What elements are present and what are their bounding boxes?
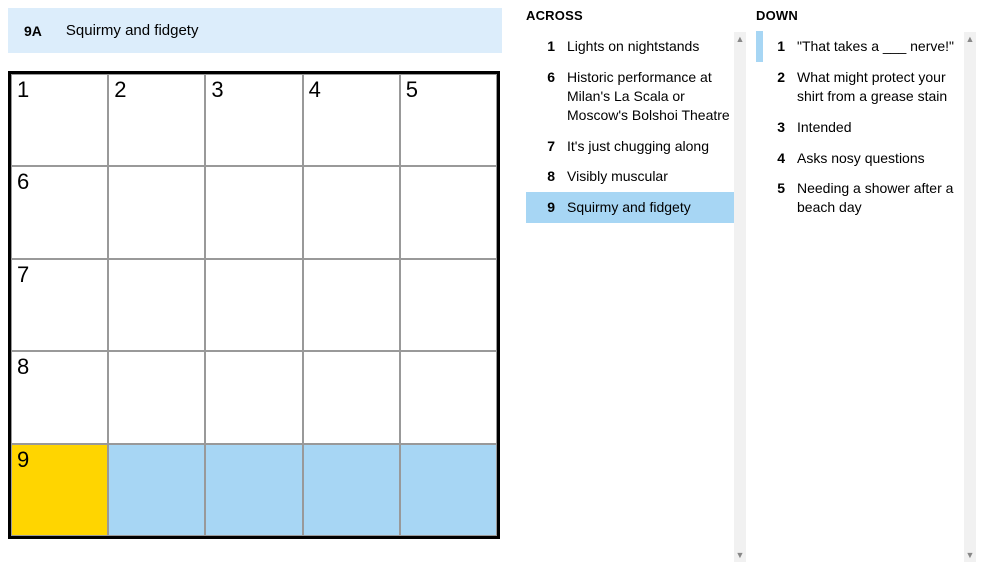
cell-number: 8 (17, 354, 29, 380)
grid-cell-3-2[interactable] (205, 351, 302, 443)
grid-cell-3-4[interactable] (400, 351, 497, 443)
grid-cell-0-3[interactable]: 4 (303, 74, 400, 166)
cell-number: 5 (406, 77, 418, 103)
cell-number: 1 (17, 77, 29, 103)
clue-text: What might protect your shirt from a gre… (797, 68, 966, 106)
clue-text: Lights on nightstands (567, 37, 736, 56)
down-clue-list: 1"That takes a ___ nerve!"2What might pr… (756, 31, 976, 223)
cell-number: 9 (17, 447, 29, 473)
scroll-up-icon[interactable]: ▲ (734, 32, 746, 46)
grid-cell-0-2[interactable]: 3 (205, 74, 302, 166)
clue-number: 8 (533, 167, 567, 186)
grid-cell-1-1[interactable] (108, 166, 205, 258)
down-column: DOWN 1"That takes a ___ nerve!"2What mig… (756, 8, 976, 539)
grid-cell-2-2[interactable] (205, 259, 302, 351)
clue-number: 9 (533, 198, 567, 217)
across-clue-9[interactable]: 9Squirmy and fidgety (526, 192, 746, 223)
clue-text: "That takes a ___ nerve!" (797, 37, 966, 56)
clue-text: Needing a shower after a beach day (797, 179, 966, 217)
grid-cell-4-2[interactable] (205, 444, 302, 536)
grid-cell-1-2[interactable] (205, 166, 302, 258)
across-clue-list: 1Lights on nightstands6Historic performa… (526, 31, 746, 223)
grid-cell-0-0[interactable]: 1 (11, 74, 108, 166)
current-clue-bar[interactable]: 9A Squirmy and fidgety (8, 8, 502, 53)
grid-cell-2-4[interactable] (400, 259, 497, 351)
crossword-grid[interactable]: 1 2 3 4 5 6 7 8 9 (8, 71, 500, 539)
grid-cell-2-1[interactable] (108, 259, 205, 351)
clue-number: 4 (763, 149, 797, 168)
down-clue-5[interactable]: 5Needing a shower after a beach day (756, 173, 976, 223)
grid-cell-1-0[interactable]: 6 (11, 166, 108, 258)
down-clue-3[interactable]: 3Intended (756, 112, 976, 143)
across-clue-7[interactable]: 7It's just chugging along (526, 131, 746, 162)
scroll-up-icon[interactable]: ▲ (964, 32, 976, 46)
clue-panels: ACROSS 1Lights on nightstands6Historic p… (526, 8, 976, 539)
clue-number: 1 (763, 37, 797, 56)
down-header: DOWN (756, 8, 976, 23)
cell-number: 4 (309, 77, 321, 103)
clue-text: Historic performance at Milan's La Scala… (567, 68, 736, 125)
scrollbar-track[interactable]: ▲ ▼ (964, 32, 976, 562)
grid-cell-2-0[interactable]: 7 (11, 259, 108, 351)
across-column: ACROSS 1Lights on nightstands6Historic p… (526, 8, 746, 539)
grid-cell-4-3[interactable] (303, 444, 400, 536)
across-header: ACROSS (526, 8, 746, 23)
clue-number: 3 (763, 118, 797, 137)
cell-number: 6 (17, 169, 29, 195)
grid-cell-4-0[interactable]: 9 (11, 444, 108, 536)
grid-cell-0-1[interactable]: 2 (108, 74, 205, 166)
scroll-down-icon[interactable]: ▼ (734, 548, 746, 562)
clue-number: 6 (533, 68, 567, 125)
grid-cell-4-1[interactable] (108, 444, 205, 536)
clue-text: Visibly muscular (567, 167, 736, 186)
across-clue-8[interactable]: 8Visibly muscular (526, 161, 746, 192)
clue-text: Intended (797, 118, 966, 137)
across-clue-1[interactable]: 1Lights on nightstands (526, 31, 746, 62)
clue-number: 1 (533, 37, 567, 56)
across-clue-6[interactable]: 6Historic performance at Milan's La Scal… (526, 62, 746, 131)
clue-number: 5 (763, 179, 797, 217)
crossword-container: 9A Squirmy and fidgety 123456789 ACROSS … (8, 8, 976, 539)
current-clue-number: 9A (24, 23, 42, 39)
down-clue-4[interactable]: 4Asks nosy questions (756, 143, 976, 174)
down-clue-1[interactable]: 1"That takes a ___ nerve!" (756, 31, 976, 62)
down-clue-2[interactable]: 2What might protect your shirt from a gr… (756, 62, 976, 112)
grid-cell-1-3[interactable] (303, 166, 400, 258)
grid-cell-0-4[interactable]: 5 (400, 74, 497, 166)
grid-cell-1-4[interactable] (400, 166, 497, 258)
left-panel: 9A Squirmy and fidgety 1 2 3 4 5 6 7 8 9 (8, 8, 502, 539)
scroll-down-icon[interactable]: ▼ (964, 548, 976, 562)
grid-cell-4-4[interactable] (400, 444, 497, 536)
grid-cell-3-0[interactable]: 8 (11, 351, 108, 443)
grid-cell-2-3[interactable] (303, 259, 400, 351)
clue-number: 7 (533, 137, 567, 156)
grid-cell-3-3[interactable] (303, 351, 400, 443)
cell-number: 3 (211, 77, 223, 103)
clue-number: 2 (763, 68, 797, 106)
clue-text: It's just chugging along (567, 137, 736, 156)
current-clue-text: Squirmy and fidgety (66, 22, 199, 39)
cell-number: 7 (17, 262, 29, 288)
clue-text: Asks nosy questions (797, 149, 966, 168)
clue-text: Squirmy and fidgety (567, 198, 736, 217)
grid-cell-3-1[interactable] (108, 351, 205, 443)
scrollbar-track[interactable]: ▲ ▼ (734, 32, 746, 562)
cell-number: 2 (114, 77, 126, 103)
